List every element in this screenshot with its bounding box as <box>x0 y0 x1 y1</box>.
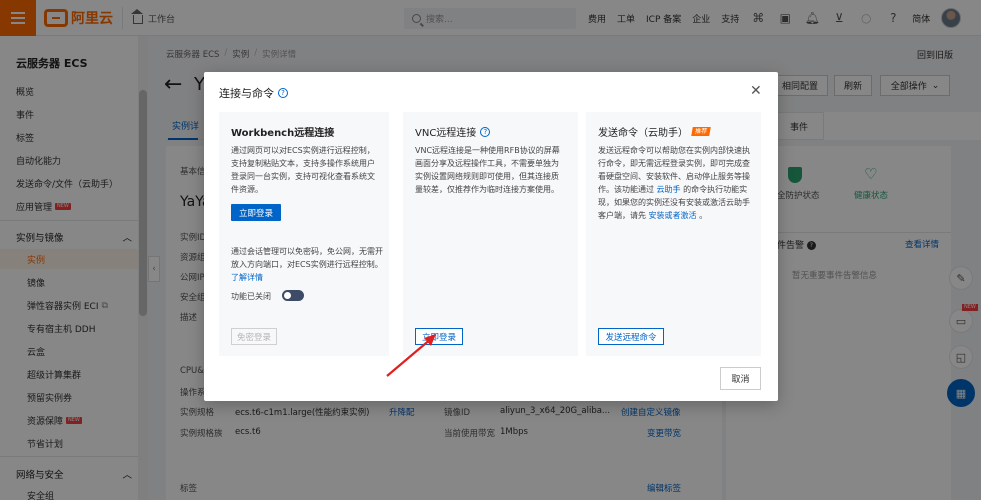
vnc-title: VNC远程连接 ? <box>415 124 491 139</box>
vnc-description: VNC远程连接是一种使用RFB协议的屏幕画面分享及远程操作工具，不需要单独为实例… <box>415 146 560 194</box>
help-icon[interactable]: ? <box>278 88 288 98</box>
workbench-panel: Workbench远程连接 通过网页可以对ECS实例进行远程控制，支持复制粘贴文… <box>219 112 389 356</box>
cancel-button[interactable]: 取消 <box>720 367 761 390</box>
pwdless-login-button: 免密登录 <box>231 328 277 345</box>
dialog-title: 连接与命令 ? <box>219 85 288 101</box>
command-description-end: 。 <box>699 211 708 220</box>
send-remote-command-button[interactable]: 发送远程命令 <box>598 328 664 345</box>
command-description: 发送远程命令可以帮助您在实例内部快速执行命令，即无需远程登录实例，即可完成查看硬… <box>598 144 750 222</box>
session-status-label: 功能已关闭 <box>231 292 271 301</box>
session-description: 通过会话管理可以免密码，免公网，无需开放入方向端口，对ECS实例进行远程控制。 … <box>231 245 383 284</box>
send-command-panel: 发送命令（云助手） 推荐 发送远程命令可以帮助您在实例内部快速执行命令，即无需远… <box>586 112 761 356</box>
command-title: 发送命令（云助手） 推荐 <box>598 124 711 139</box>
vnc-title-text: VNC远程连接 <box>415 128 477 139</box>
learn-more-link[interactable]: 了解详情 <box>231 273 263 282</box>
recommended-badge: 推荐 <box>691 127 711 136</box>
dialog-title-text: 连接与命令 <box>219 87 274 100</box>
session-description-text: 通过会话管理可以免密码，免公网，无需开放入方向端口，对ECS实例进行远程控制。 <box>231 247 383 269</box>
workbench-login-button[interactable]: 立即登录 <box>231 204 281 221</box>
workbench-title: Workbench远程连接 <box>231 128 335 139</box>
command-title-text: 发送命令（云助手） <box>598 128 688 139</box>
annotation-arrow-icon <box>386 334 436 377</box>
connect-dialog: 连接与命令 ? ✕ Workbench远程连接 通过网页可以对ECS实例进行远程… <box>204 72 778 401</box>
workbench-description: 通过网页可以对ECS实例进行远程控制，支持复制粘贴文本，支持多操作系统用户登录同… <box>231 146 375 194</box>
session-toggle[interactable] <box>282 290 304 301</box>
vnc-panel: VNC远程连接 ? VNC远程连接是一种使用RFB协议的屏幕画面分享及远程操作工… <box>403 112 578 356</box>
help-icon[interactable]: ? <box>480 126 491 137</box>
cloud-assistant-link[interactable]: 云助手 <box>657 185 681 194</box>
close-icon[interactable]: ✕ <box>750 83 762 99</box>
install-activate-link[interactable]: 安装或者激活 <box>649 211 697 220</box>
